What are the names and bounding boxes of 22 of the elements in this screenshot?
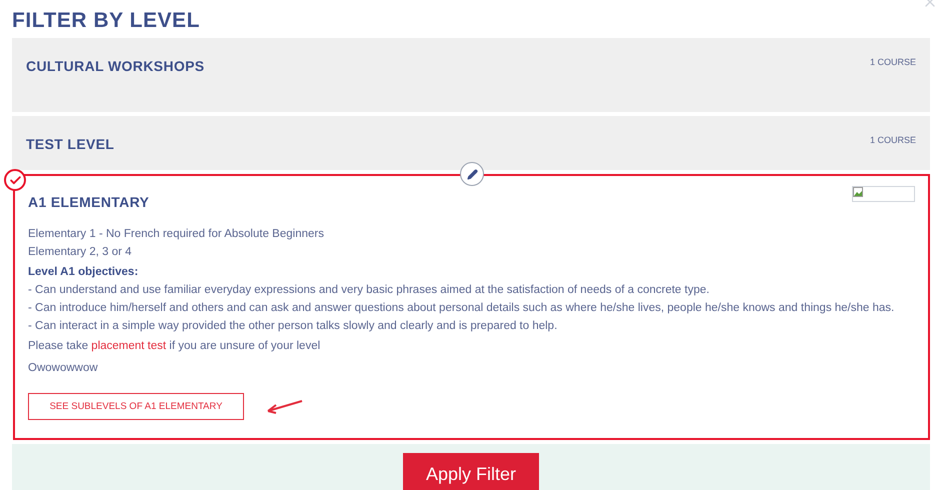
description-text: Elementary 2, 3 or 4 <box>28 245 133 260</box>
dialog-title: FILTER BY LEVEL <box>12 8 200 34</box>
level-title: CULTURAL WORKSHOPS <box>26 57 204 76</box>
broken-image-icon <box>852 186 915 202</box>
description-text: Elementary 1 - No French required for Absolute Beginners <box>28 227 325 242</box>
sublevels-button[interactable]: SEE SUBLEVELS OF A1 ELEMENTARY <box>28 393 244 420</box>
apply-filter-button[interactable]: Apply Filter <box>403 453 539 490</box>
placement-test-link[interactable]: placement test <box>91 340 166 352</box>
course-count: 1 COURSE <box>870 56 916 69</box>
course-count: 1 COURSE <box>870 134 916 147</box>
placement-text: Please take placement test if you are unsure of your level <box>28 339 322 354</box>
level-card[interactable]: TEST LEVEL 1 COURSE <box>12 116 930 170</box>
note-text: Owowowwow <box>28 361 99 376</box>
level-card[interactable] <box>13 174 930 440</box>
level-title: TEST LEVEL <box>26 135 114 154</box>
check-icon <box>4 169 26 191</box>
objective-text: - Can interact in a simple way provided the other person talks slowly and clearly and is prepared to help. <box>28 319 558 334</box>
objective-text: - Can understand and use familiar everyday expressions and very basic phrases aimed at the satisfaction of needs of a concrete type. <box>28 283 710 298</box>
objectives-heading: Level A1 objectives: <box>28 265 140 280</box>
level-title: A1 ELEMENTARY <box>28 193 150 212</box>
objective-text: - Can introduce him/herself and others and can ask and answer questions about personal details such as where he/she lives, people he/she knows and things he/she has. <box>28 301 896 316</box>
level-card[interactable]: CULTURAL WORKSHOPS 1 COURSE <box>12 38 930 112</box>
